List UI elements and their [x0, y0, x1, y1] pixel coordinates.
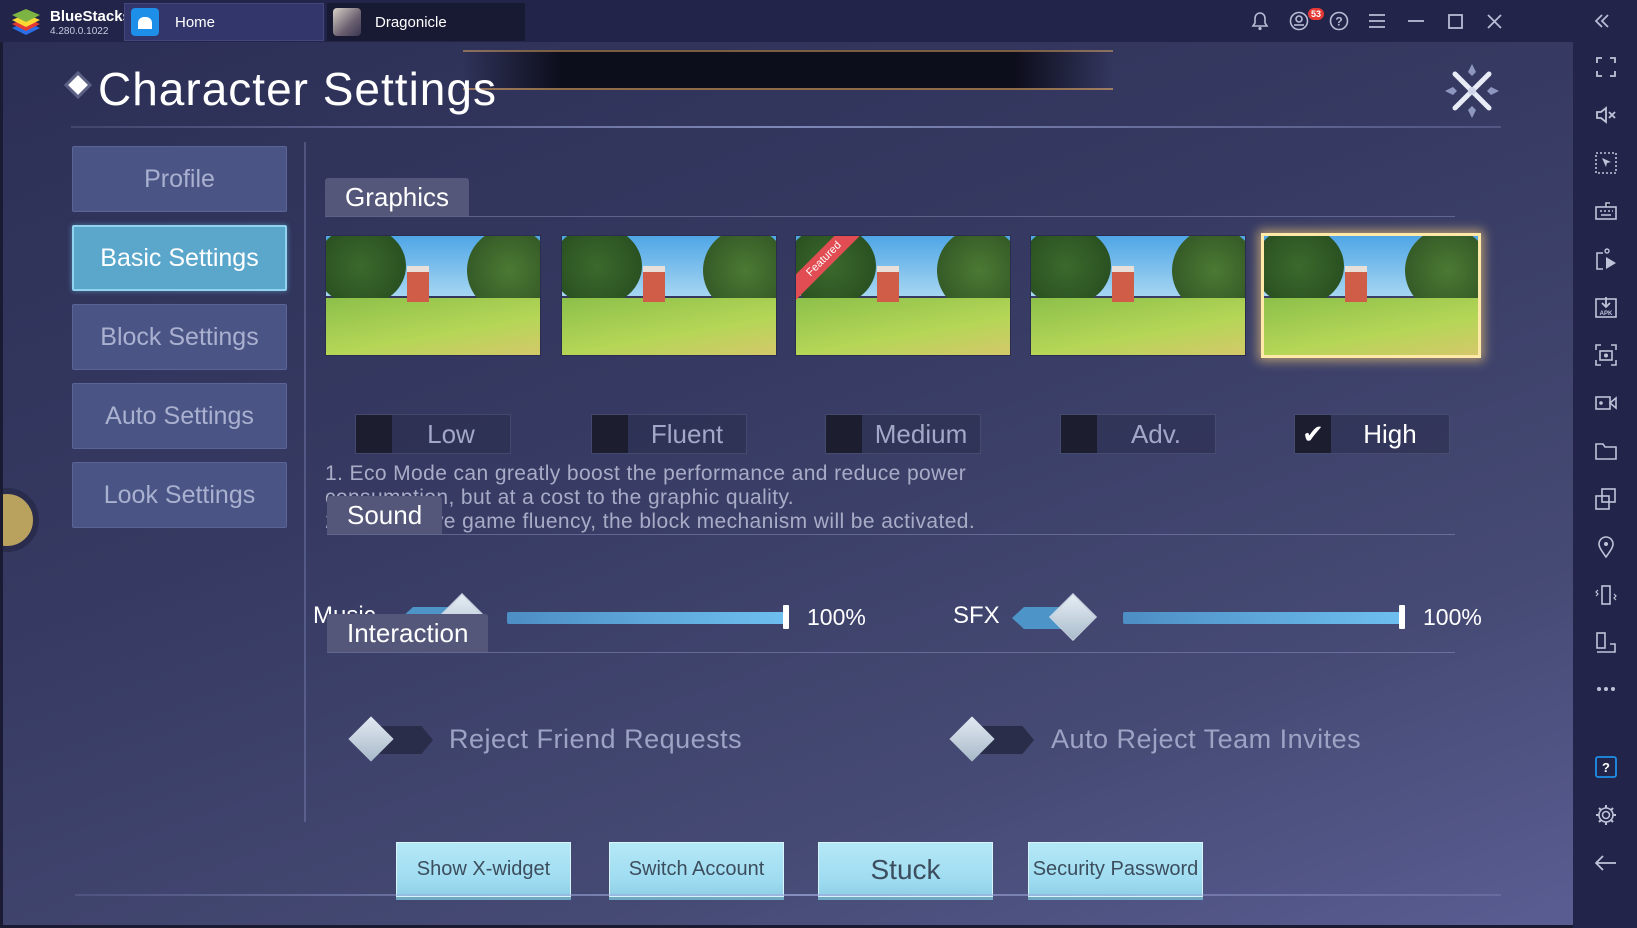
mute-volume-icon[interactable]: [1595, 104, 1617, 126]
tab-home-label: Home: [175, 13, 216, 31]
tab-dragonicle[interactable]: Dragonicle: [327, 3, 525, 41]
sound-heading: Sound: [327, 496, 443, 534]
folder-icon[interactable]: [1595, 440, 1617, 462]
graphics-option-low-label: Low: [427, 418, 475, 449]
help-icon[interactable]: ?: [1595, 756, 1617, 778]
sfx-value: 100%: [1423, 604, 1482, 630]
game-viewport: Character Settings Profile Basic Setting…: [0, 42, 1573, 928]
tab-home[interactable]: Home: [124, 3, 324, 41]
menu-icon[interactable]: [1366, 10, 1388, 32]
nav-basic-settings[interactable]: Basic Settings: [72, 225, 287, 291]
graphics-option-medium[interactable]: Medium: [825, 414, 981, 454]
music-value: 100%: [807, 604, 866, 630]
graphics-preview-low[interactable]: [325, 235, 541, 356]
title-glow-decoration: [463, 50, 1113, 90]
auto-reject-team-invites-toggle[interactable]: [949, 716, 1038, 762]
screenshot-icon[interactable]: [1595, 344, 1617, 366]
bluestacks-right-sidebar: APK ?: [1573, 42, 1637, 928]
svg-text:APK: APK: [1600, 311, 1613, 317]
graphics-option-adv[interactable]: Adv.: [1060, 414, 1216, 454]
graphics-option-low[interactable]: Low: [355, 414, 511, 454]
graphics-preview-fluent[interactable]: [561, 235, 777, 356]
minimize-icon[interactable]: [1405, 10, 1427, 32]
close-window-icon[interactable]: [1483, 10, 1505, 32]
graphics-option-fluent-label: Fluent: [650, 418, 724, 449]
page-title: Character Settings: [98, 63, 497, 115]
interaction-heading: Interaction: [327, 614, 489, 652]
install-apk-icon[interactable]: APK: [1595, 296, 1617, 318]
select-region-icon[interactable]: [1595, 152, 1617, 174]
security-password-button[interactable]: Security Password: [1028, 842, 1203, 897]
svg-text:?: ?: [1335, 15, 1342, 29]
home-icon: [131, 8, 159, 36]
graphics-option-high-label: High: [1363, 418, 1417, 449]
interaction-divider: [327, 652, 1455, 653]
tab-dragonicle-label: Dragonicle: [375, 13, 447, 31]
music-slider-handle[interactable]: [783, 605, 789, 629]
sfx-slider-handle[interactable]: [1399, 605, 1405, 629]
graphics-option-adv-label: Adv.: [1130, 418, 1182, 449]
reject-friend-requests-toggle[interactable]: [348, 716, 437, 762]
multi-instance-icon[interactable]: [1595, 488, 1617, 510]
svg-text:?: ?: [1602, 760, 1610, 775]
sound-divider: [327, 534, 1455, 535]
checkbox-medium[interactable]: [826, 415, 862, 453]
checkbox-high[interactable]: ✔: [1295, 415, 1331, 453]
checkmark-icon: ✔: [1302, 418, 1324, 449]
close-settings-icon[interactable]: [1443, 62, 1501, 120]
sfx-slider-track[interactable]: [1123, 612, 1405, 624]
bottom-divider: [75, 894, 1501, 896]
record-video-icon[interactable]: [1595, 392, 1617, 414]
graphics-heading: Graphics: [325, 178, 470, 216]
collapse-sidebar-icon[interactable]: [1591, 10, 1613, 32]
bell-icon[interactable]: [1249, 10, 1271, 32]
checkbox-fluent[interactable]: [592, 415, 628, 453]
nav-profile[interactable]: Profile: [72, 146, 287, 212]
app-version: 4.280.0.1022: [50, 26, 109, 37]
bluestacks-logo-icon: [12, 9, 40, 35]
reject-friend-requests-label: Reject Friend Requests: [449, 724, 743, 754]
location-icon[interactable]: [1595, 536, 1617, 558]
graphics-note-line-1: 1. Eco Mode can greatly boost the perfor…: [325, 462, 967, 485]
nav-divider: [304, 142, 306, 822]
window-titlebar: BlueStacks 4.280.0.1022 Home Dragonicle …: [0, 0, 1637, 42]
rotate-icon[interactable]: [1595, 632, 1617, 654]
bluestacks-logo: BlueStacks 4.280.0.1022: [6, 4, 131, 38]
more-icon[interactable]: [1595, 678, 1617, 700]
nav-block-settings[interactable]: Block Settings: [72, 304, 287, 370]
help-icon[interactable]: ?: [1328, 10, 1350, 32]
graphics-option-high[interactable]: ✔ High: [1294, 414, 1450, 454]
graphics-preview-adv[interactable]: [1030, 235, 1246, 356]
checkbox-low[interactable]: [356, 415, 392, 453]
player-avatar-fragment[interactable]: [3, 488, 39, 552]
graphics-option-medium-label: Medium: [874, 418, 968, 449]
macro-play-icon[interactable]: [1595, 248, 1617, 270]
nav-auto-settings[interactable]: Auto Settings: [72, 383, 287, 449]
app-name: BlueStacks: [50, 8, 131, 25]
show-xwidget-button[interactable]: Show X-widget: [396, 842, 571, 897]
checkbox-adv[interactable]: [1061, 415, 1097, 453]
switch-account-button[interactable]: Switch Account: [609, 842, 784, 897]
maximize-icon[interactable]: [1444, 10, 1466, 32]
fullscreen-icon[interactable]: [1595, 56, 1617, 78]
nav-look-settings[interactable]: Look Settings: [72, 462, 287, 528]
graphics-preview-high[interactable]: [1261, 233, 1481, 358]
graphics-option-fluent[interactable]: Fluent: [591, 414, 747, 454]
auto-reject-team-invites-label: Auto Reject Team Invites: [1051, 724, 1362, 754]
settings-gear-icon[interactable]: [1595, 804, 1617, 826]
notification-badge: 53: [1308, 8, 1325, 20]
music-slider-track[interactable]: [507, 612, 789, 624]
graphics-preview-medium[interactable]: Featured: [795, 235, 1011, 356]
sfx-toggle-knob[interactable]: [1012, 592, 1098, 642]
stuck-button[interactable]: Stuck: [818, 842, 993, 897]
sfx-label: SFX: [953, 602, 1000, 629]
shake-icon[interactable]: [1595, 584, 1617, 606]
graphics-divider: [325, 216, 1455, 217]
back-arrow-icon[interactable]: [1595, 852, 1617, 874]
account-icon[interactable]: [1288, 10, 1310, 32]
game-avatar-icon: [333, 8, 361, 36]
title-diamond-icon: [68, 75, 88, 95]
keyboard-icon[interactable]: [1595, 200, 1617, 222]
title-divider: [71, 126, 1501, 128]
